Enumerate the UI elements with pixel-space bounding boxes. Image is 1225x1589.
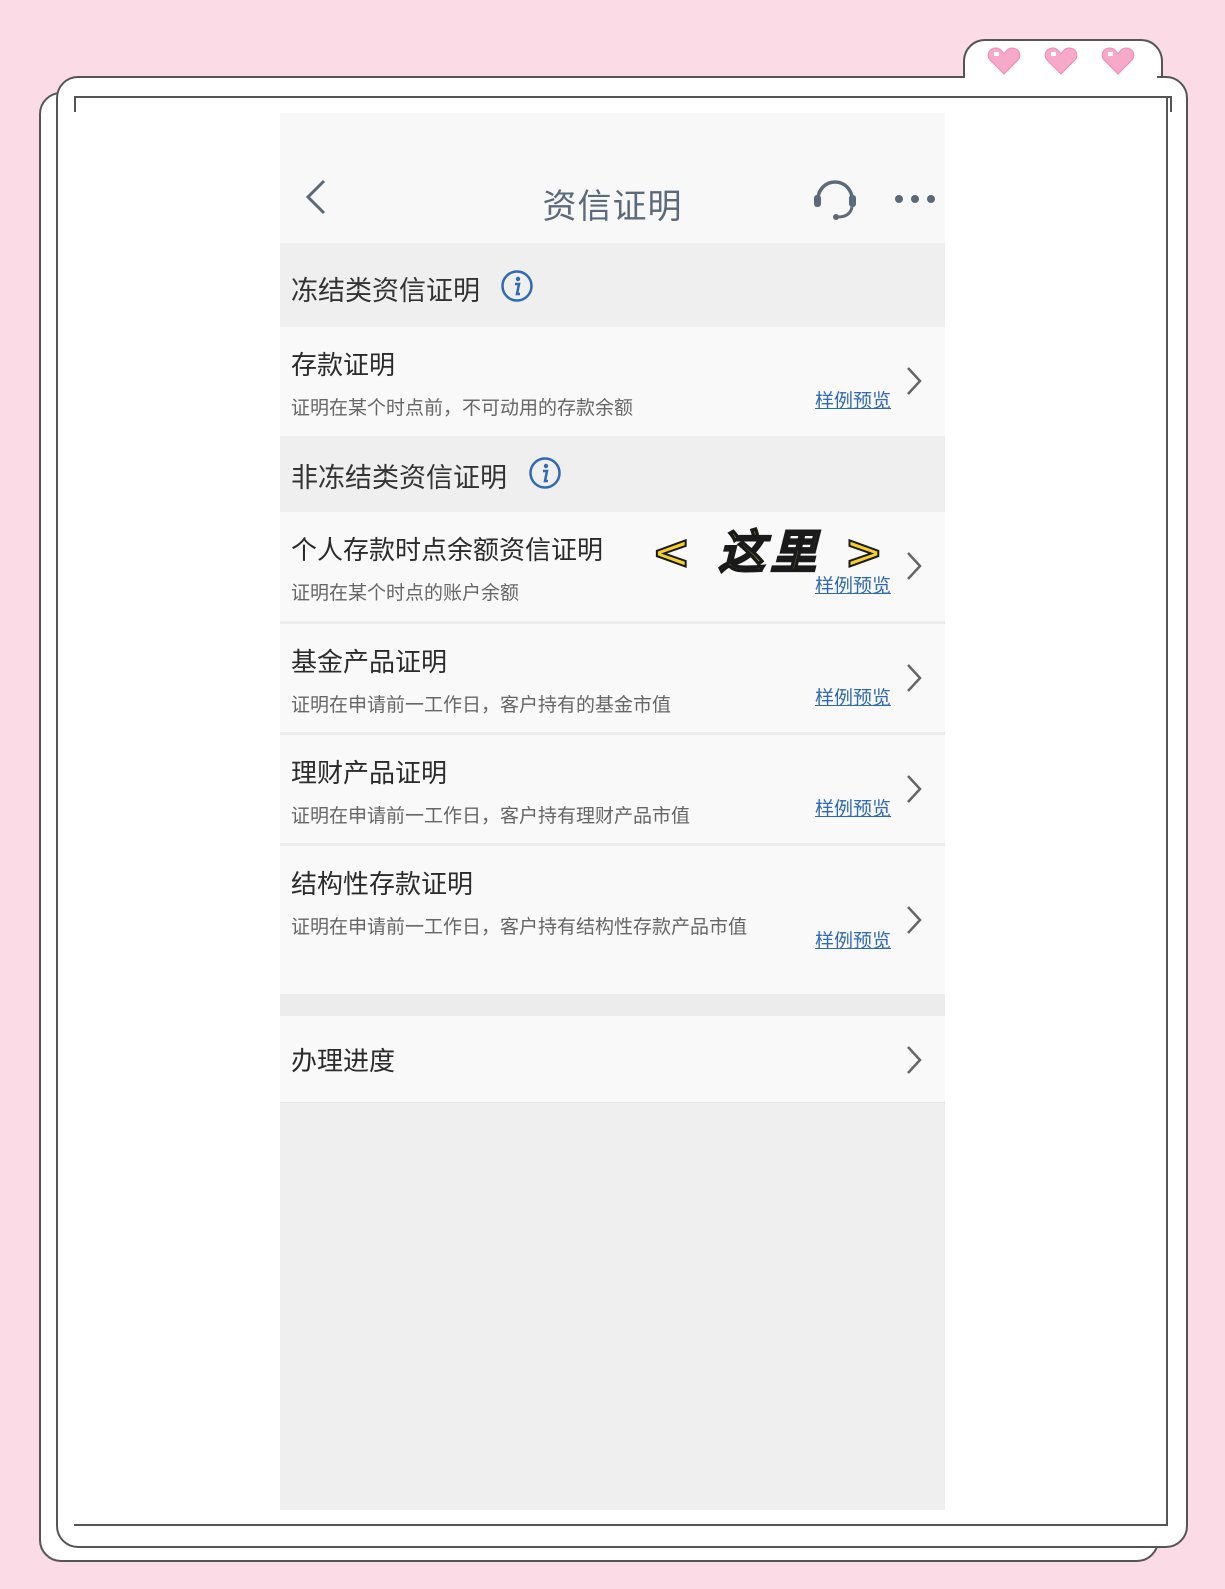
frame-inner-top — [74, 96, 1172, 112]
chevron-right-icon — [907, 367, 922, 395]
list-item-progress[interactable]: 办理进度 — [280, 1016, 945, 1103]
section-title: 非冻结类资信证明 — [291, 463, 507, 494]
list-item-structured-deposit-cert[interactable]: 结构性存款证明 证明在申请前一工作日，客户持有结构性存款产品市值 样例预览 — [280, 846, 945, 995]
chevron-right-icon — [907, 1046, 922, 1074]
item-desc: 证明在申请前一工作日，客户持有的基金市值 — [291, 694, 672, 716]
item-title: 结构性存款证明 — [291, 870, 474, 900]
item-desc: 证明在某个时点前，不可动用的存款余额 — [291, 397, 634, 419]
item-desc: 证明在申请前一工作日，客户持有理财产品市值 — [291, 805, 691, 827]
chevron-right-icon — [907, 664, 922, 692]
heart-icon — [987, 47, 1021, 75]
annotation-label: < 这里 > — [651, 524, 890, 580]
item-desc: 证明在某个时点的账户余额 — [291, 582, 520, 604]
section-frozen: 冻结类资信证明 — [280, 243, 945, 327]
frame-inner-bottom — [74, 1524, 1168, 1526]
section-nonfrozen: 非冻结类资信证明 — [280, 436, 945, 512]
heart-icon — [1101, 47, 1135, 75]
item-title: 理财产品证明 — [291, 759, 448, 789]
divider — [280, 994, 945, 1016]
section-title: 冻结类资信证明 — [291, 276, 480, 307]
chevron-right-icon — [907, 775, 922, 803]
sample-preview-link[interactable]: 样例预览 — [815, 794, 891, 821]
sample-preview-link[interactable]: 样例预览 — [815, 683, 891, 710]
headset-icon[interactable] — [810, 173, 860, 223]
info-icon[interactable] — [500, 269, 534, 303]
item-desc: 证明在申请前一工作日，客户持有结构性存款产品市值 — [291, 916, 748, 938]
chevron-right-icon — [907, 552, 922, 580]
list-item-wealth-cert[interactable]: 理财产品证明 证明在申请前一工作日，客户持有理财产品市值 样例预览 — [280, 735, 945, 844]
sample-preview-link[interactable]: 样例预览 — [815, 386, 891, 413]
info-icon[interactable] — [528, 456, 562, 490]
frame-inner-right — [1166, 96, 1168, 1526]
item-title: 基金产品证明 — [291, 648, 448, 678]
list-item-deposit-cert[interactable]: 存款证明 证明在某个时点前，不可动用的存款余额 样例预览 — [280, 327, 945, 437]
app-screen: 资信证明 冻结类资信证明 存款证明 证明在某个时点前，不可动用的存款余额 样例预… — [280, 113, 945, 1510]
nav-bar: 资信证明 — [280, 113, 945, 244]
item-title: 个人存款时点余额资信证明 — [291, 536, 604, 566]
chevron-right-icon — [907, 906, 922, 934]
item-title: 存款证明 — [291, 351, 396, 381]
sample-preview-link[interactable]: 样例预览 — [815, 926, 891, 953]
heart-icon — [1044, 47, 1078, 75]
item-title: 办理进度 — [291, 1047, 396, 1077]
more-icon[interactable] — [894, 193, 936, 205]
list-item-fund-cert[interactable]: 基金产品证明 证明在申请前一工作日，客户持有的基金市值 样例预览 — [280, 624, 945, 733]
